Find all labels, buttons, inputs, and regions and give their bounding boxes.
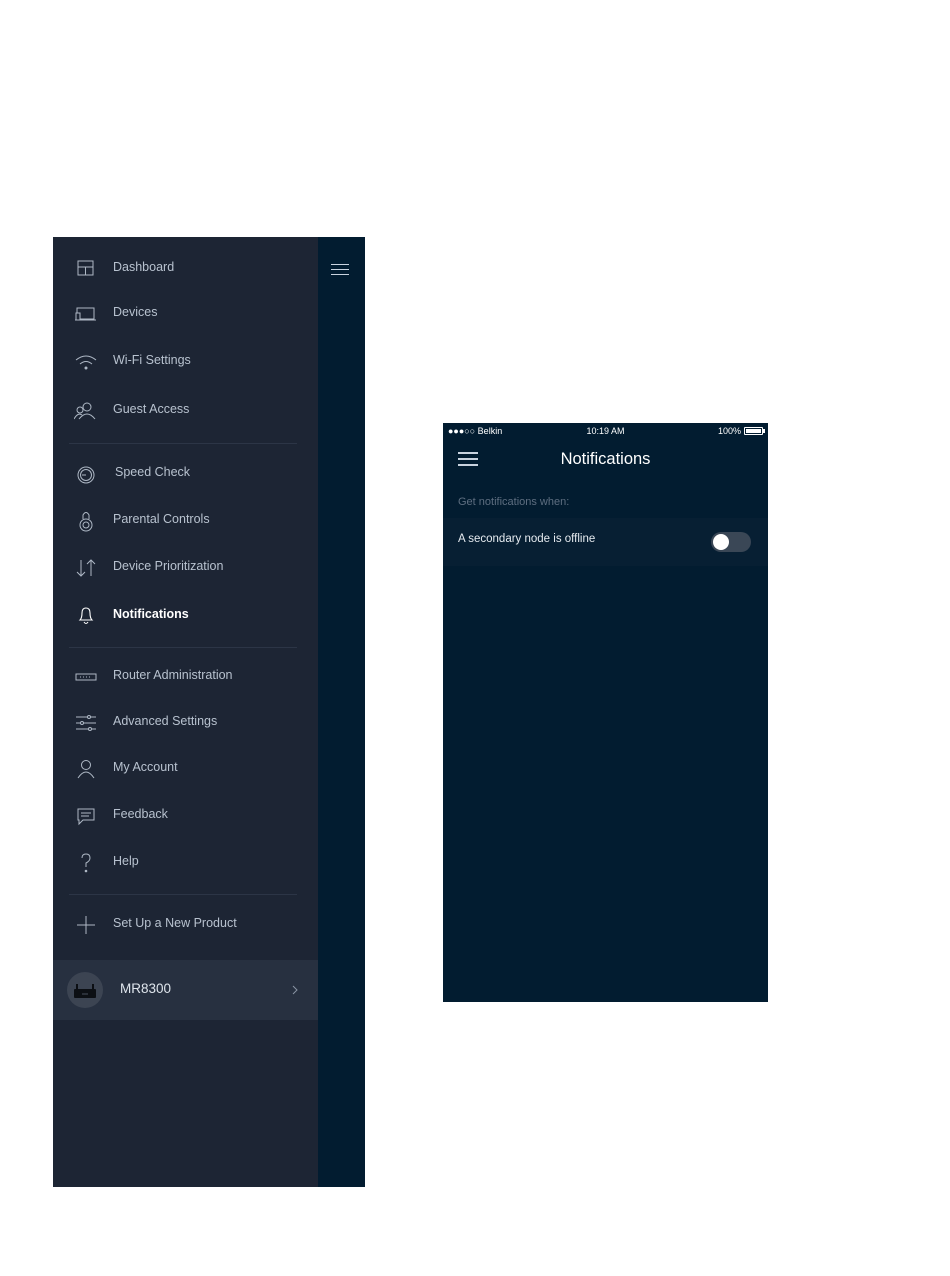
menu-item-guest-access[interactable]: Guest Access <box>53 393 318 429</box>
menu-item-label: Devices <box>113 305 158 319</box>
menu-item-my-account[interactable]: My Account <box>53 751 318 787</box>
menu-item-label: Feedback <box>113 807 168 821</box>
notifications-screen: ●●●○○ Belkin 10:19 AM 100% Notifications… <box>443 423 768 1002</box>
menu-divider <box>69 894 297 895</box>
chevron-right-icon <box>289 981 301 999</box>
menu-item-label: Router Administration <box>113 668 233 682</box>
battery-percentage: 100% <box>717 426 741 436</box>
devices-icon <box>74 303 98 325</box>
menu-item-label: Dashboard <box>113 260 175 274</box>
user-icon <box>74 758 98 780</box>
menu-item-label: Guest Access <box>113 402 190 416</box>
menu-item-dashboard[interactable]: Dashboard <box>53 251 318 287</box>
guest-access-icon <box>74 400 98 422</box>
menu-item-feedback[interactable]: Feedback <box>53 798 318 834</box>
device-selector[interactable]: MR8300 <box>53 960 318 1020</box>
menu-item-device-prioritization[interactable]: Device Prioritization <box>53 550 318 586</box>
side-menu-screenshot: Dashboard Devices Wi-Fi Settings Guest A… <box>53 237 365 1187</box>
menu-item-label: Speed Check <box>115 465 191 479</box>
menu-item-label: My Account <box>113 760 178 774</box>
chat-icon <box>74 805 98 827</box>
plus-icon <box>74 914 98 936</box>
menu-item-label: Notifications <box>113 607 189 621</box>
secondary-node-offline-toggle[interactable] <box>711 532 751 552</box>
device-name: MR8300 <box>120 981 172 996</box>
dashboard-icon <box>74 258 98 280</box>
page-title: Notifications <box>560 450 651 468</box>
menu-item-label: Advanced Settings <box>113 714 218 728</box>
arrows-up-down-icon <box>74 557 98 579</box>
menu-item-label: Set Up a New Product <box>113 916 237 930</box>
question-icon <box>74 852 98 874</box>
section-label: Get notifications when: <box>458 496 570 508</box>
menu-item-label: Parental Controls <box>113 512 210 526</box>
menu-item-label: Wi-Fi Settings <box>113 353 191 367</box>
menu-item-label: Help <box>113 854 139 868</box>
toggle-knob <box>713 534 729 550</box>
menu-item-devices[interactable]: Devices <box>53 296 318 332</box>
hamburger-menu-icon[interactable] <box>331 264 349 276</box>
setting-label: A secondary node is offline <box>458 533 596 545</box>
bell-icon <box>74 605 98 627</box>
menu-divider <box>69 647 297 648</box>
menu-item-notifications[interactable]: Notifications <box>53 598 318 634</box>
router-avatar <box>67 972 103 1008</box>
app-header: Notifications <box>443 439 768 479</box>
menu-item-wifi-settings[interactable]: Wi-Fi Settings <box>53 344 318 380</box>
menu-divider <box>69 443 297 444</box>
parental-controls-icon <box>74 510 98 532</box>
wifi-icon <box>74 351 98 373</box>
navigation-drawer: Dashboard Devices Wi-Fi Settings Guest A… <box>53 237 318 1187</box>
speedometer-icon <box>74 463 98 485</box>
sliders-icon <box>74 712 98 734</box>
battery-icon <box>744 427 765 435</box>
status-bar: ●●●○○ Belkin 10:19 AM 100% <box>443 423 768 439</box>
menu-item-advanced-settings[interactable]: Advanced Settings <box>53 705 318 741</box>
menu-item-set-up-new-product[interactable]: Set Up a New Product <box>53 907 318 943</box>
menu-item-parental-controls[interactable]: Parental Controls <box>53 503 318 539</box>
menu-item-help[interactable]: Help <box>53 845 318 881</box>
router-icon <box>74 666 98 688</box>
menu-item-router-administration[interactable]: Router Administration <box>53 659 318 695</box>
notification-setting-row: A secondary node is offline <box>443 518 768 566</box>
menu-item-speed-check[interactable]: Speed Check <box>53 456 318 492</box>
menu-item-label: Device Prioritization <box>113 559 224 573</box>
